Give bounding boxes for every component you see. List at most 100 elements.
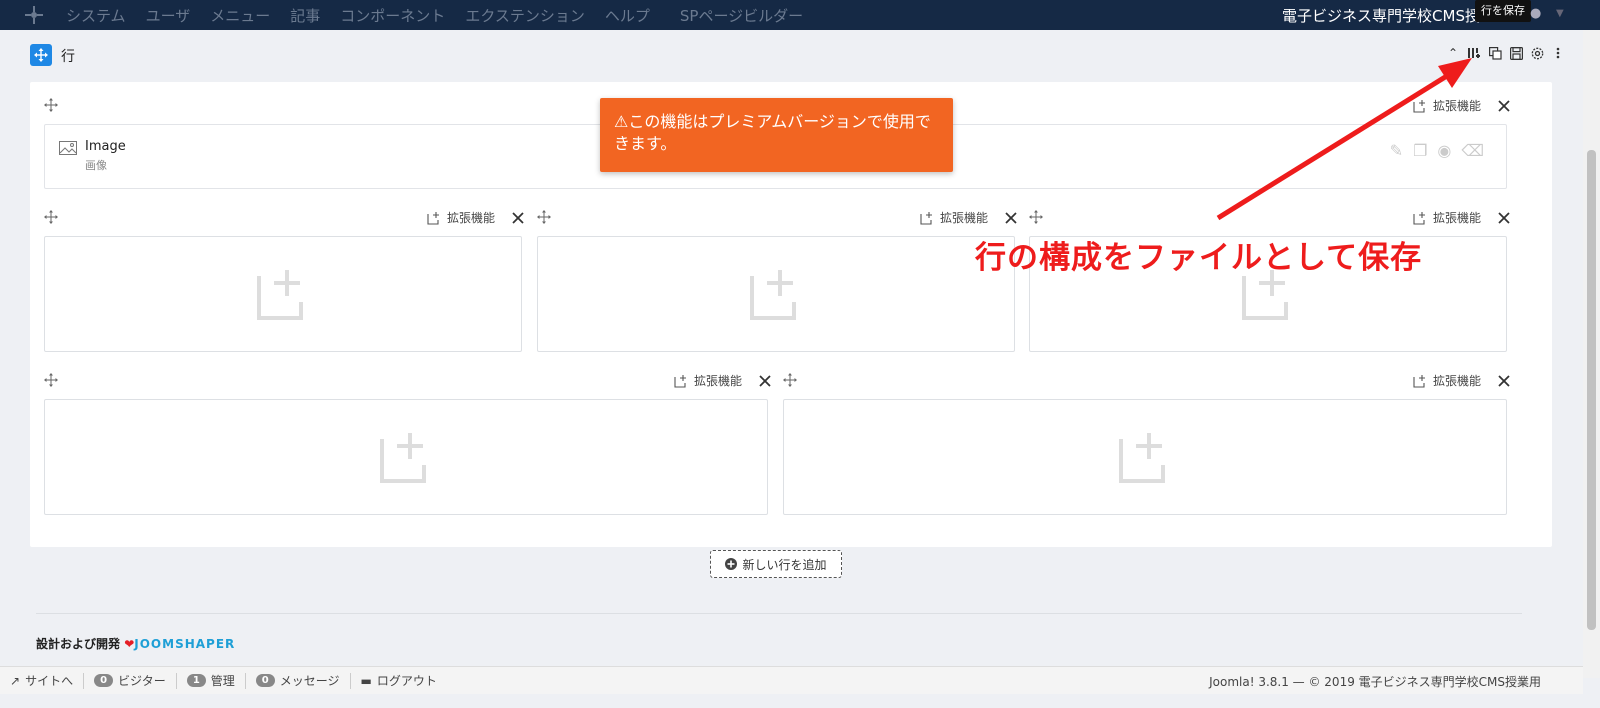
- chevron-down-icon[interactable]: ▼: [1556, 8, 1564, 19]
- nav-item-users[interactable]: ユーザ: [146, 5, 191, 26]
- nav-item-extensions[interactable]: エクステンション: [465, 5, 585, 26]
- edit-icon[interactable]: ✎: [1390, 141, 1403, 160]
- column-settings-icon[interactable]: [1497, 99, 1511, 113]
- column-tools: 拡張機能: [674, 372, 772, 389]
- add-addon-label[interactable]: 拡張機能: [1433, 97, 1481, 114]
- footer-divider: [36, 613, 1522, 614]
- add-addon-icon[interactable]: [1413, 211, 1427, 225]
- column-tools: 拡張機能: [427, 209, 525, 226]
- add-addon-icon[interactable]: [674, 374, 688, 388]
- add-addon-icon[interactable]: [1413, 99, 1427, 113]
- empty-column[interactable]: [537, 236, 1015, 352]
- image-icon: [59, 141, 77, 155]
- add-addon-label[interactable]: 拡張機能: [1433, 372, 1481, 389]
- add-addon-placeholder-icon: [257, 270, 303, 320]
- column-move-icon[interactable]: [1029, 210, 1043, 224]
- alert-message: この機能はプレミアムバージョンで使用できます。: [614, 112, 931, 153]
- more-options-icon[interactable]: [1551, 46, 1565, 60]
- admin-link[interactable]: 1 管理: [177, 672, 246, 689]
- site-name-link[interactable]: 電子ビジネス専門学校CMS授: [1282, 5, 1480, 26]
- column-settings-icon[interactable]: [511, 211, 525, 225]
- external-link-icon: ↗: [10, 673, 21, 688]
- annotation-text: 行の構成をファイルとして保存: [975, 240, 1423, 276]
- duplicate-icon[interactable]: [1488, 46, 1502, 60]
- nav-item-components[interactable]: コンポーネント: [340, 5, 445, 26]
- add-addon-label[interactable]: 拡張機能: [447, 209, 495, 226]
- row-title: 行: [61, 49, 75, 65]
- trash-icon[interactable]: ⌫: [1461, 141, 1484, 160]
- column-tools: 拡張機能: [1413, 372, 1511, 389]
- addon-subtitle: 画像: [85, 159, 107, 172]
- column-settings-icon[interactable]: [1497, 211, 1511, 225]
- add-addon-label[interactable]: 拡張機能: [1433, 209, 1481, 226]
- user-icon[interactable]: ●: [1530, 6, 1541, 21]
- messages-link[interactable]: 0 メッセージ: [246, 672, 351, 689]
- admin-count: 1: [186, 674, 206, 687]
- add-addon-icon[interactable]: [427, 211, 441, 225]
- nav-item-content[interactable]: 記事: [290, 5, 320, 26]
- messages-count: 0: [255, 674, 275, 687]
- nav-item-system[interactable]: システム: [66, 5, 126, 26]
- collapse-icon[interactable]: ⌃: [1446, 46, 1460, 60]
- gear-icon[interactable]: [1530, 46, 1544, 60]
- admin-label: 管理: [210, 674, 235, 688]
- save-icon[interactable]: [1509, 46, 1523, 60]
- column-tools: 拡張機能: [1413, 209, 1511, 226]
- empty-column[interactable]: [44, 236, 522, 352]
- footer-credit: 設計および開発 ❤JOOMSHAPER: [36, 635, 235, 652]
- premium-alert: ⚠この機能はプレミアムバージョンで使用できます。: [600, 98, 953, 172]
- add-addon-placeholder-icon: [750, 270, 796, 320]
- row-move-handle[interactable]: [30, 44, 52, 66]
- empty-column[interactable]: [44, 399, 768, 515]
- add-addon-icon[interactable]: [920, 211, 934, 225]
- visitors-count: 0: [94, 674, 114, 687]
- move-icon: [34, 48, 48, 62]
- warning-icon: ⚠: [614, 112, 629, 131]
- column-options-icon[interactable]: [1467, 46, 1481, 60]
- admin-navbar: システム ユーザ メニュー 記事 コンポーネント エクステンション ヘルプ SP…: [0, 0, 1600, 30]
- add-addon-placeholder-icon: [380, 433, 426, 483]
- column-tools: 拡張機能: [920, 209, 1018, 226]
- nav-item-page-builder[interactable]: SPページビルダー: [680, 5, 803, 26]
- scrollbar[interactable]: [1583, 30, 1600, 678]
- row-toolbar: ⌃: [1446, 46, 1565, 60]
- credit-prefix: 設計および開発: [36, 637, 121, 651]
- copyright-text: Joomla! 3.8.1 — © 2019 電子ビジネス専門学校CMS授業用: [1209, 675, 1541, 689]
- brand-link[interactable]: JOOMSHAPER: [134, 637, 235, 651]
- view-site-link[interactable]: ↗ サイトへ: [0, 672, 85, 689]
- nav-item-menus[interactable]: メニュー: [210, 5, 270, 26]
- save-row-tooltip: 行を保存: [1475, 0, 1531, 22]
- nav-menu: システム ユーザ メニュー 記事 コンポーネント エクステンション ヘルプ SP…: [66, 5, 823, 26]
- logout-link[interactable]: ▬ ログアウト: [351, 673, 447, 689]
- copy-icon[interactable]: ❐: [1413, 141, 1427, 160]
- minus-icon: ▬: [360, 673, 372, 688]
- column-settings-icon[interactable]: [1004, 211, 1018, 225]
- column-move-icon[interactable]: [537, 210, 551, 224]
- view-site-label: サイトへ: [25, 674, 74, 688]
- messages-label: メッセージ: [279, 674, 340, 688]
- column-move-icon[interactable]: [44, 98, 58, 112]
- add-addon-label[interactable]: 拡張機能: [694, 372, 742, 389]
- logout-label: ログアウト: [376, 674, 437, 688]
- status-bar: ↗ サイトへ 0 ビジター 1 管理 0 メッセージ ▬ ログアウト Jooml…: [0, 666, 1583, 694]
- eye-icon[interactable]: ◉: [1437, 141, 1451, 160]
- nav-item-help[interactable]: ヘルプ: [605, 5, 650, 26]
- add-row-button[interactable]: 新しい行を追加: [710, 550, 842, 578]
- column-move-icon[interactable]: [44, 210, 58, 224]
- add-row-label: 新しい行を追加: [742, 557, 827, 572]
- plus-circle-icon: [725, 558, 738, 570]
- visitors-label: ビジター: [118, 674, 166, 688]
- add-addon-label[interactable]: 拡張機能: [940, 209, 988, 226]
- addon-title: Image: [85, 139, 126, 154]
- joomla-logo-icon[interactable]: [20, 1, 48, 29]
- scrollbar-thumb[interactable]: [1587, 150, 1596, 630]
- column-settings-icon[interactable]: [758, 374, 772, 388]
- column-move-icon[interactable]: [783, 373, 797, 387]
- visitors-link[interactable]: 0 ビジター: [84, 672, 177, 689]
- column-tools: 拡張機能: [1413, 97, 1511, 114]
- add-addon-icon[interactable]: [1413, 374, 1427, 388]
- heart-icon: ❤: [124, 637, 135, 651]
- column-move-icon[interactable]: [44, 373, 58, 387]
- empty-column[interactable]: [783, 399, 1507, 515]
- column-settings-icon[interactable]: [1497, 374, 1511, 388]
